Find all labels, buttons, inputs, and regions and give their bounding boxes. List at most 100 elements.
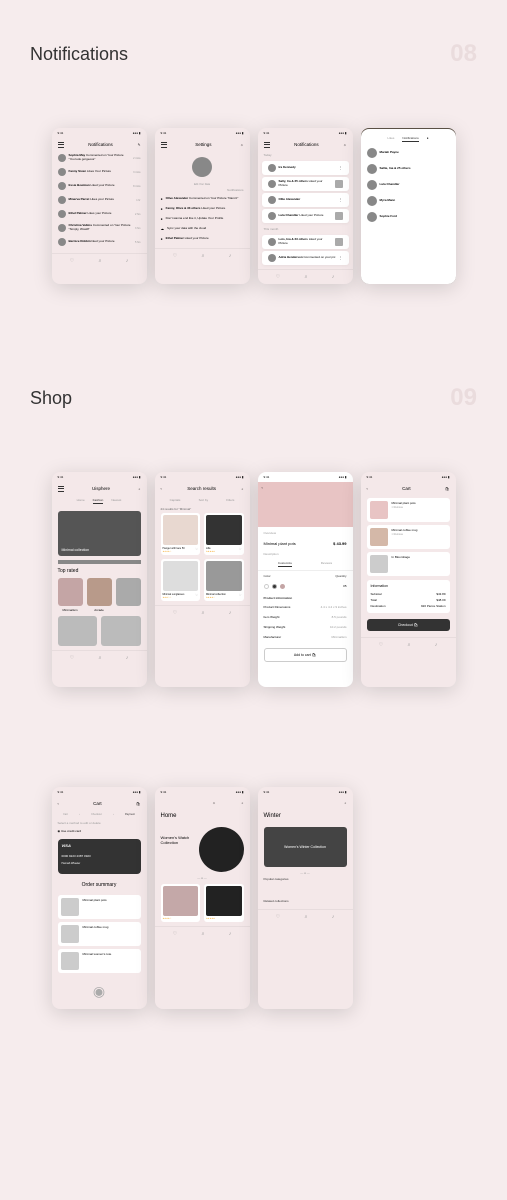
tab-notifications[interactable]: Notifications xyxy=(402,136,418,142)
product-card[interactable]: Minimal collection♡★★★★☆ xyxy=(204,559,244,601)
add-to-cart-button[interactable]: Add to cart 🛍 xyxy=(264,648,347,662)
heart-icon[interactable]: ♡ xyxy=(70,258,74,264)
hero-banner[interactable]: Minimal collection xyxy=(58,511,141,556)
home-hero[interactable]: Women's Watch Collection xyxy=(155,823,250,876)
profile-avatar[interactable] xyxy=(192,157,212,177)
settings-item[interactable]: ●Fanny, Olive & 33 others Liked your Pic… xyxy=(155,204,250,214)
notification-item[interactable]: Sophia May Commented on Your Picture "Yo… xyxy=(52,151,147,165)
phones-row-shop-2: 9:41●●● ▮ ‹Cart🛍 Cart›Checkout›Payment S… xyxy=(30,787,477,1009)
more-icon[interactable]: ⋮ xyxy=(339,166,343,170)
step-checkout[interactable]: Checkout xyxy=(91,813,102,816)
step-cart[interactable]: Cart xyxy=(63,813,68,816)
notification-item[interactable]: Bernice Robbin liked your Picture5 hrs xyxy=(52,235,147,249)
notification-item[interactable]: Minerva Parret Likes your Picture1 hr xyxy=(52,193,147,207)
notification-item[interactable]: Christina Vablos Commented on Your Pictu… xyxy=(52,221,147,235)
compose-icon[interactable]: ✎ xyxy=(138,143,141,147)
product-card[interactable]: Hanger with lace 50♡★★★★☆ xyxy=(161,513,201,555)
search-icon[interactable]: ⌕ xyxy=(202,253,205,259)
phone-search-results: 9:41●●● ▮ ‹Search results⌕ CapitalsSort … xyxy=(155,472,250,687)
favorite-icon[interactable]: ♡ xyxy=(195,547,198,551)
phone-cart: 9:41●●● ▮ ‹Cart🛍 Minimal plant pots× Rem… xyxy=(361,472,456,687)
quantity-value[interactable]: 05 xyxy=(343,584,346,589)
notification-card[interactable]: Adria Henderson Commented on your pic⋮ xyxy=(262,251,349,265)
settings-item[interactable]: ●Ethel Palmer Liked your Picture xyxy=(155,234,250,244)
notification-item[interactable]: Essie Bowman Liked your Picture8 mins xyxy=(52,179,147,193)
tab-newest[interactable]: Newest xyxy=(111,498,121,504)
bell-icon[interactable]: ♪ xyxy=(229,253,232,259)
notification-card[interactable]: Lois, Ina & 23 others Liked your Picture xyxy=(262,235,349,249)
tab-customize[interactable]: Customize xyxy=(278,561,292,567)
notification-card[interactable]: Lula Chandler Liked your Picture xyxy=(262,209,349,223)
fingerprint-icon[interactable]: ◉ xyxy=(89,981,109,1001)
notification-card[interactable]: Ollie Alexander⋮ xyxy=(262,193,349,207)
summary-item: Minimal coffee mug xyxy=(58,922,141,946)
notification-card[interactable]: Ira Kennedy⋮ xyxy=(262,161,349,175)
color-black[interactable] xyxy=(272,584,277,589)
top-rated-heading: Top rated xyxy=(52,564,147,578)
search-icon[interactable]: ⌕ xyxy=(242,487,244,491)
section-title: Shop xyxy=(30,388,72,409)
remove-button[interactable]: × Remove xyxy=(392,533,447,536)
cart-item[interactable]: Minimal coffee mug× Remove xyxy=(367,525,450,549)
user-item[interactable]: Mariah Payne xyxy=(361,145,456,161)
tab-likes[interactable]: Likes xyxy=(387,136,394,142)
phone-notifications: 9:41●●● ▮ Notifications ✎ Sophia May Com… xyxy=(52,128,147,284)
filter-sort[interactable]: Sort by xyxy=(199,498,209,502)
bag-icon[interactable]: 🛍 xyxy=(445,487,449,491)
category-item[interactable] xyxy=(116,578,141,612)
user-item[interactable]: Myra Mann xyxy=(361,193,456,209)
search-icon[interactable]: ⌕ xyxy=(345,801,347,805)
status-bar: 9:41●●● ▮ xyxy=(52,128,147,138)
product-card[interactable]: Minimal sunglasses♡★★★☆☆ xyxy=(161,559,201,601)
watch-image xyxy=(199,827,244,872)
grid-item[interactable] xyxy=(101,616,141,646)
popular-heading: Popular categories xyxy=(258,875,353,883)
tab-home[interactable]: Home xyxy=(77,498,85,504)
user-item[interactable]: Sallie, Ina & 25 others xyxy=(361,161,456,177)
product-card[interactable]: ★★★★☆ xyxy=(161,884,201,922)
cart-item[interactable]: In Bloombage xyxy=(367,552,450,576)
phone-home-collection: 9:41●●● ▮ ☼⌕ Home Women's Watch Collecti… xyxy=(155,787,250,1009)
tab-reviews[interactable]: Reviews xyxy=(321,561,332,567)
product-card[interactable]: Lilla♡★★★★★ xyxy=(204,513,244,555)
notification-item[interactable]: Fanny Siven Likes Your Picture3 mins xyxy=(52,165,147,179)
bell-icon[interactable]: ☼ xyxy=(343,143,346,147)
heart-icon[interactable]: ♡ xyxy=(173,253,177,259)
search-icon[interactable]: ⌕ xyxy=(99,258,102,264)
filter-filters[interactable]: Filters xyxy=(226,498,234,502)
back-icon[interactable]: ‹ xyxy=(262,486,263,490)
bag-icon[interactable]: 🛍 xyxy=(136,802,140,806)
color-white[interactable] xyxy=(264,584,269,589)
filter-capitals[interactable]: Capitals xyxy=(170,498,181,502)
bell-icon[interactable]: ☼ xyxy=(240,143,243,147)
credit-card[interactable]: VISA 0000 9223 2387 0923 Hannah Wheeler xyxy=(58,839,141,874)
remove-button[interactable]: × Remove xyxy=(392,506,447,509)
color-pink[interactable] xyxy=(280,584,285,589)
checkout-button[interactable]: Checkout 🛍 xyxy=(367,619,450,631)
category-item[interactable]: Minimalism xyxy=(58,578,83,612)
step-payment[interactable]: Payment xyxy=(125,813,135,816)
category-item[interactable]: Arcade xyxy=(87,578,112,612)
cart-item[interactable]: Minimal plant pots× Remove xyxy=(367,498,450,522)
user-item[interactable]: Sophie Ford xyxy=(361,209,456,225)
use-credit-card-radio[interactable]: ◉ Use credit card xyxy=(52,827,147,835)
winter-hero[interactable]: Women's Winter Collection xyxy=(264,827,347,867)
product-card[interactable]: ★★★★★ xyxy=(204,884,244,922)
product-price: $ 43.99 xyxy=(333,541,346,546)
settings-item[interactable]: ☁Sync your data with the cloud xyxy=(155,224,250,234)
settings-item[interactable]: ●Don't wanna end like it, Update Your Pr… xyxy=(155,214,250,224)
search-icon[interactable]: ⌕ xyxy=(242,801,244,805)
bell-icon[interactable]: ♪ xyxy=(126,258,129,264)
user-item[interactable]: Lula Chandler xyxy=(361,177,456,193)
phones-row-shop-1: 9:41●●● ▮ Uisphere⌕ HomeFashionNewest Mi… xyxy=(30,472,477,687)
settings-item[interactable]: ●Olive Alexander Commented on Your Pictu… xyxy=(155,194,250,204)
summary-item: Minimal plant pots xyxy=(58,895,141,919)
notification-item[interactable]: Ethel Palmer Likes your Picture2 hrs xyxy=(52,207,147,221)
product-hero-image[interactable]: ‹ xyxy=(258,482,353,527)
section-number: 08 xyxy=(450,40,477,68)
tab-fashion[interactable]: Fashion xyxy=(93,498,104,504)
notification-card[interactable]: Sally, Ira & 25 others Liked your Pictur… xyxy=(262,177,349,191)
grid-item[interactable] xyxy=(58,616,98,646)
search-icon[interactable]: ⌕ xyxy=(139,487,141,491)
bell-icon[interactable]: ☼ xyxy=(212,801,215,805)
